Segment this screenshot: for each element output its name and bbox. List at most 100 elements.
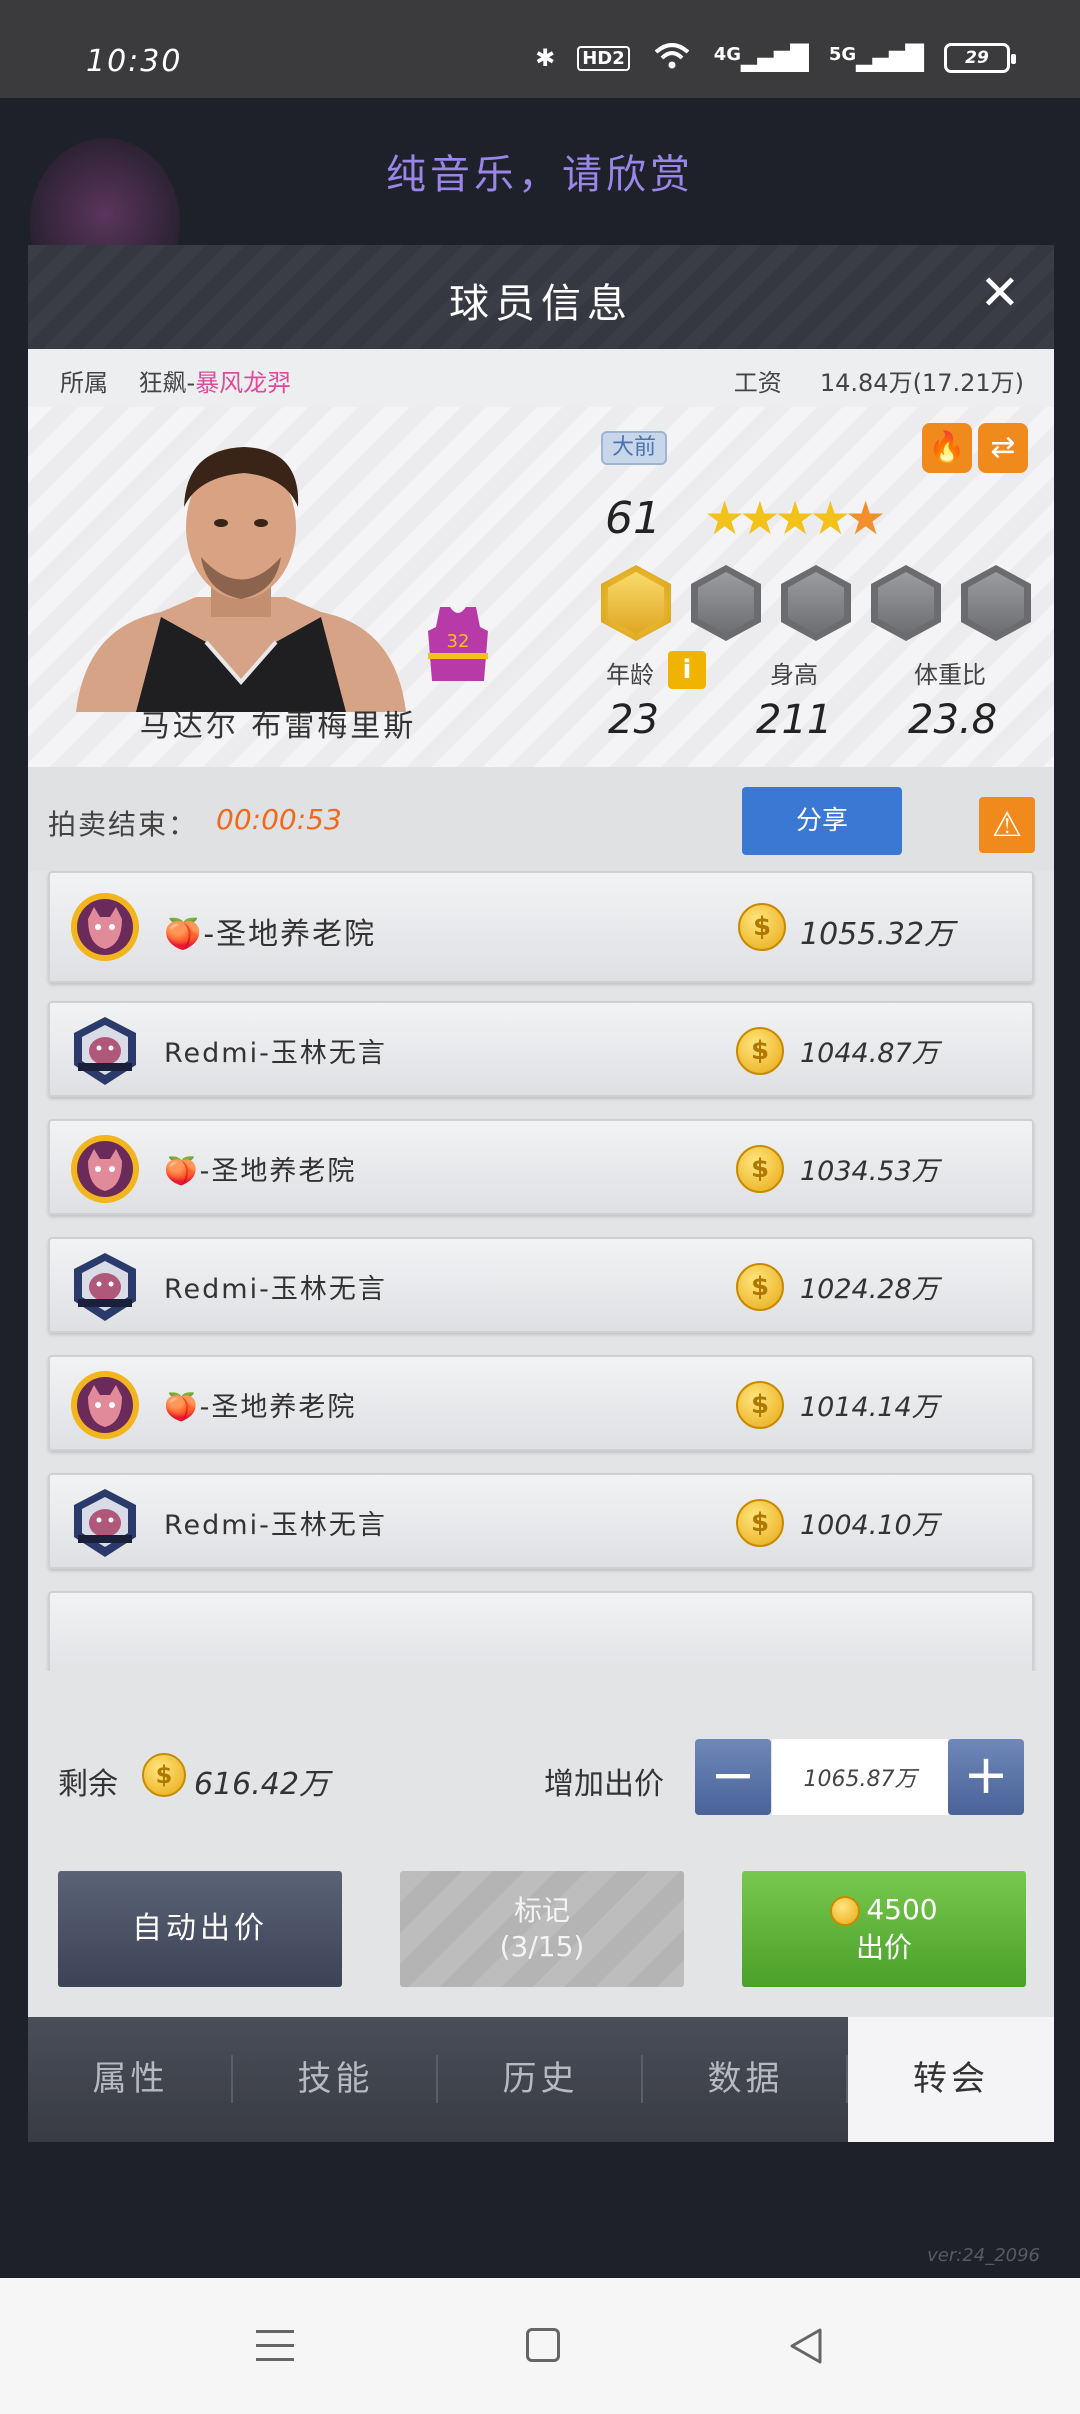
wifi-icon — [652, 40, 692, 76]
bid-row: Redmi-玉林无言 $1024.28万 — [48, 1237, 1034, 1333]
bid-team-name: 🍑-圣地养老院 — [164, 917, 377, 952]
star-icon: ★ — [809, 491, 851, 545]
skill-badge-active[interactable] — [601, 565, 671, 641]
star-icon: ★ — [774, 491, 816, 545]
belongs-team: 暴风龙羿 — [195, 369, 292, 397]
tab-history[interactable]: 历史 — [438, 2017, 643, 2142]
share-button[interactable]: 分享 — [742, 787, 902, 855]
team-salary-row: 所属 狂飙-暴风龙羿 工资 14.84万(17.21万) — [28, 349, 1054, 407]
height-label: 身高 — [770, 661, 818, 689]
mark-count: (3/15) — [499, 1930, 585, 1963]
weight-label: 体重比 — [914, 661, 986, 689]
remaining-label: 剩余 — [58, 1767, 118, 1802]
bid-amount: 1034.53万 — [800, 1156, 939, 1187]
player-card: 32 马达尔 布雷梅里斯 大前 🔥 ⇄ 61 ★★★★★ 年龄 i 身高 体重比… — [28, 407, 1054, 767]
bid-team-name: 🍑-圣地养老院 — [164, 1392, 357, 1423]
tiger-team-logo-icon — [70, 1131, 140, 1207]
coin-icon: $ — [736, 1027, 784, 1075]
bluetooth-icon: ✱ — [535, 44, 556, 72]
raise-bid-label: 增加出价 — [544, 1767, 664, 1802]
auto-bid-button[interactable]: 自动出价 — [58, 1871, 342, 1987]
boar-team-logo-icon — [70, 1485, 140, 1561]
signal-5g-icon: 5G▂▄▆█ — [828, 44, 924, 72]
tab-data[interactable]: 数据 — [643, 2017, 848, 2142]
skill-badge-empty[interactable] — [871, 565, 941, 641]
place-bid-button[interactable]: 4500 出价 — [742, 1871, 1026, 1987]
age-value: 23 — [608, 697, 659, 743]
star-rating: ★★★★★ — [704, 491, 886, 545]
version-label: ver:24_2096 — [927, 2245, 1040, 2266]
tab-transfer[interactable]: 转会 — [848, 2017, 1054, 2142]
modal-tabs: 属性 技能 历史 数据 转会 — [28, 2017, 1054, 2142]
skill-badge-empty[interactable] — [781, 565, 851, 641]
player-info-modal: 球员信息 ✕ 所属 狂飙-暴风龙羿 工资 14.84万(17.21万) 32 马… — [28, 245, 1054, 2142]
bid-amount: 1055.32万 — [800, 917, 955, 952]
bid-list[interactable]: 🍑-圣地养老院 $1055.32万 Redmi-玉林无言 $1044.87万 🍑-圣地养… — [28, 871, 1054, 1671]
auction-end-label: 拍卖结束： — [48, 808, 199, 841]
modal-title: 球员信息 — [449, 281, 633, 327]
coin-icon: $ — [142, 1753, 186, 1797]
belongs-prefix: 狂飙- — [138, 369, 196, 397]
team-affiliation: 所属 狂飙-暴风龙羿 — [60, 363, 291, 398]
modal-header: 球员信息 ✕ — [28, 245, 1054, 349]
star-icon: ★ — [739, 491, 780, 545]
weight-value: 23.8 — [908, 697, 998, 743]
bid-row: 🍑-圣地养老院 $1055.32万 — [48, 871, 1034, 983]
mark-button[interactable]: 标记 (3/15) — [400, 1871, 684, 1987]
net-4g-label: 4G — [713, 44, 742, 65]
increase-bid-button[interactable]: + — [948, 1739, 1024, 1815]
menu-icon[interactable] — [256, 2330, 294, 2362]
warning-icon-button[interactable]: ⚠ — [979, 797, 1035, 853]
bid-amount-field[interactable] — [772, 1739, 948, 1815]
status-time: 10:30 — [86, 44, 183, 79]
coin-icon: $ — [736, 1499, 784, 1547]
bid-row: Redmi-玉林无言 $1004.10万 — [48, 1473, 1034, 1569]
bid-amount: 1044.87万 — [800, 1038, 939, 1069]
close-button[interactable]: ✕ — [980, 269, 1020, 317]
salary-value: 14.84万(17.21万) — [819, 369, 1024, 397]
auction-timer: 00:00:53 — [216, 803, 342, 836]
bid-cost: 4500 — [866, 1893, 938, 1926]
swap-icon-button[interactable]: ⇄ — [978, 423, 1028, 473]
bid-label: 出价 — [855, 1931, 912, 1964]
status-bar: 10:30 ✱ HD2 4G▂▄▆█ 5G▂▄▆█ 29 — [0, 0, 1080, 98]
coin-icon — [830, 1896, 861, 1926]
mark-label: 标记 — [513, 1894, 570, 1927]
tiger-team-logo-icon — [70, 889, 140, 965]
remaining-value: 616.42万 — [194, 1767, 329, 1802]
navigation-bar — [0, 2278, 1080, 2414]
player-portrait — [76, 447, 406, 712]
coin-icon: $ — [736, 1145, 784, 1193]
decrease-bid-button[interactable]: − — [695, 1739, 771, 1815]
bid-amount: 1024.28万 — [800, 1274, 939, 1305]
signal-4g-icon: 4G▂▄▆█ — [713, 44, 809, 72]
battery-level: 29 — [965, 48, 989, 68]
bid-team-name: Redmi-玉林无言 — [164, 1510, 387, 1541]
home-icon[interactable] — [526, 2328, 560, 2362]
tiger-team-logo-icon — [70, 1367, 140, 1443]
height-value: 211 — [756, 697, 833, 743]
bid-row: 🍑-圣地养老院 $1034.53万 — [48, 1119, 1034, 1215]
skill-badge-empty[interactable] — [961, 565, 1031, 641]
battery-icon: 29 — [944, 43, 1016, 73]
star-icon: ★ — [704, 491, 745, 545]
net-5g-label: 5G — [828, 44, 857, 65]
info-icon[interactable]: i — [668, 651, 706, 689]
skill-badges — [601, 565, 1031, 641]
bid-team-name: Redmi-玉林无言 — [164, 1038, 387, 1069]
tab-skills[interactable]: 技能 — [233, 2017, 438, 2142]
jersey-number: 32 — [447, 631, 470, 652]
bid-amount: 1004.10万 — [800, 1510, 939, 1541]
music-banner: 纯音乐，请欣赏 — [386, 152, 694, 198]
skill-badge-empty[interactable] — [691, 565, 761, 641]
jersey-icon: 32 — [428, 607, 488, 681]
fire-icon-button[interactable]: 🔥 — [922, 423, 972, 473]
bid-row-partial — [48, 1591, 1034, 1671]
tab-attributes[interactable]: 属性 — [28, 2017, 233, 2142]
salary-label: 工资 — [733, 369, 782, 397]
coin-icon: $ — [736, 1381, 784, 1429]
back-icon[interactable] — [788, 2326, 824, 2366]
age-label: 年龄 — [606, 661, 654, 689]
bid-controls: 剩余 $ 616.42万 增加出价 − + 自动出价 标记 (3/15) 450… — [28, 1699, 1054, 2017]
position-badge: 大前 — [601, 431, 667, 465]
